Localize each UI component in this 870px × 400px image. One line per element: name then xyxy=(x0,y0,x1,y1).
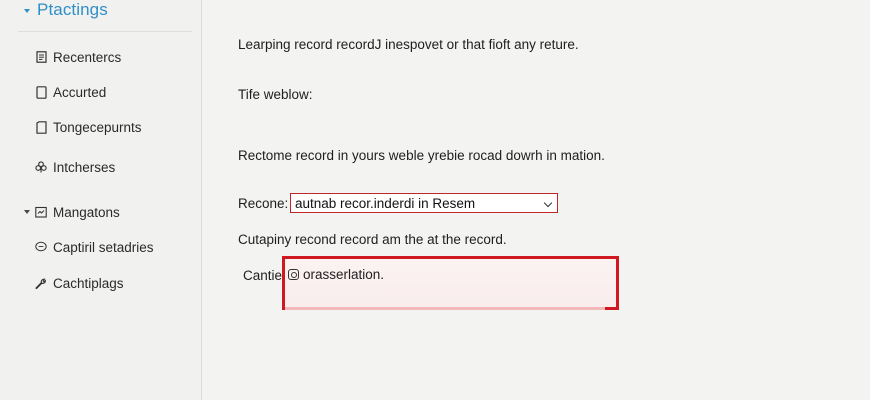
highlighted-callout[interactable]: orasserlation. xyxy=(282,256,619,310)
sidebar-item-label: Intcherses xyxy=(53,159,116,175)
document-icon xyxy=(35,51,47,64)
sidebar-item-accurted[interactable]: Accurted xyxy=(24,82,106,102)
description-text: Rectome record in yours weble yrebie roc… xyxy=(238,148,605,163)
sidebar-item-label: Captiril setadries xyxy=(53,239,154,255)
select-label: Recone: xyxy=(238,196,289,211)
folder-icon xyxy=(35,206,47,219)
page-icon xyxy=(35,120,47,134)
chevron-down-icon xyxy=(24,210,30,214)
sidebar-item-label: Cachtiplags xyxy=(53,275,124,291)
main-content: Learping record recordJ inespovet or tha… xyxy=(202,0,870,400)
select-value: autnab recor.inderdi in Resem xyxy=(295,195,476,211)
flower-icon xyxy=(35,161,47,174)
app-window: Ptactings Recentercs Accurted Tongecepur… xyxy=(0,0,870,400)
sidebar-item-mangatons[interactable]: Mangatons xyxy=(24,202,120,222)
sidebar-item-cachtiplags[interactable]: Cachtiplags xyxy=(24,273,124,293)
sidebar-item-recentercs[interactable]: Recentercs xyxy=(24,47,121,67)
sidebar-item-captiril-setadries[interactable]: Captiril setadries xyxy=(24,237,154,257)
sidebar: Ptactings Recentercs Accurted Tongecepur… xyxy=(0,0,202,400)
chevron-down-icon xyxy=(24,9,30,13)
callout-underline xyxy=(285,307,605,310)
callout-text: orasserlation. xyxy=(303,267,385,282)
callout-label: Cantie xyxy=(243,268,283,283)
intro-text: Learping record recordJ inespovet or tha… xyxy=(238,37,579,52)
sidebar-item-label: Mangatons xyxy=(53,204,120,220)
sidebar-item-tongecepurnts[interactable]: Tongecepurnts xyxy=(24,117,142,137)
sidebar-item-label: Tongecepurnts xyxy=(53,119,142,135)
info-icon xyxy=(288,269,299,280)
sidebar-item-intcherses[interactable]: Intcherses xyxy=(24,157,115,177)
sidebar-item-label: Accurted xyxy=(53,84,107,100)
record-select[interactable]: autnab recor.inderdi in Resem xyxy=(290,193,558,213)
rectangle-icon xyxy=(35,85,47,99)
wrench-icon xyxy=(35,277,47,290)
subheading: Tife weblow: xyxy=(238,87,313,102)
speech-bubble-icon xyxy=(35,241,47,254)
callout-content: orasserlation. xyxy=(288,267,384,282)
caption-text: Cutapiny recond record am the at the rec… xyxy=(238,232,507,247)
sidebar-title: Ptactings xyxy=(37,0,108,19)
chevron-down-icon xyxy=(543,198,553,208)
sidebar-header[interactable]: Ptactings xyxy=(24,0,108,20)
sidebar-divider xyxy=(18,31,192,32)
sidebar-item-label: Recentercs xyxy=(53,49,122,65)
